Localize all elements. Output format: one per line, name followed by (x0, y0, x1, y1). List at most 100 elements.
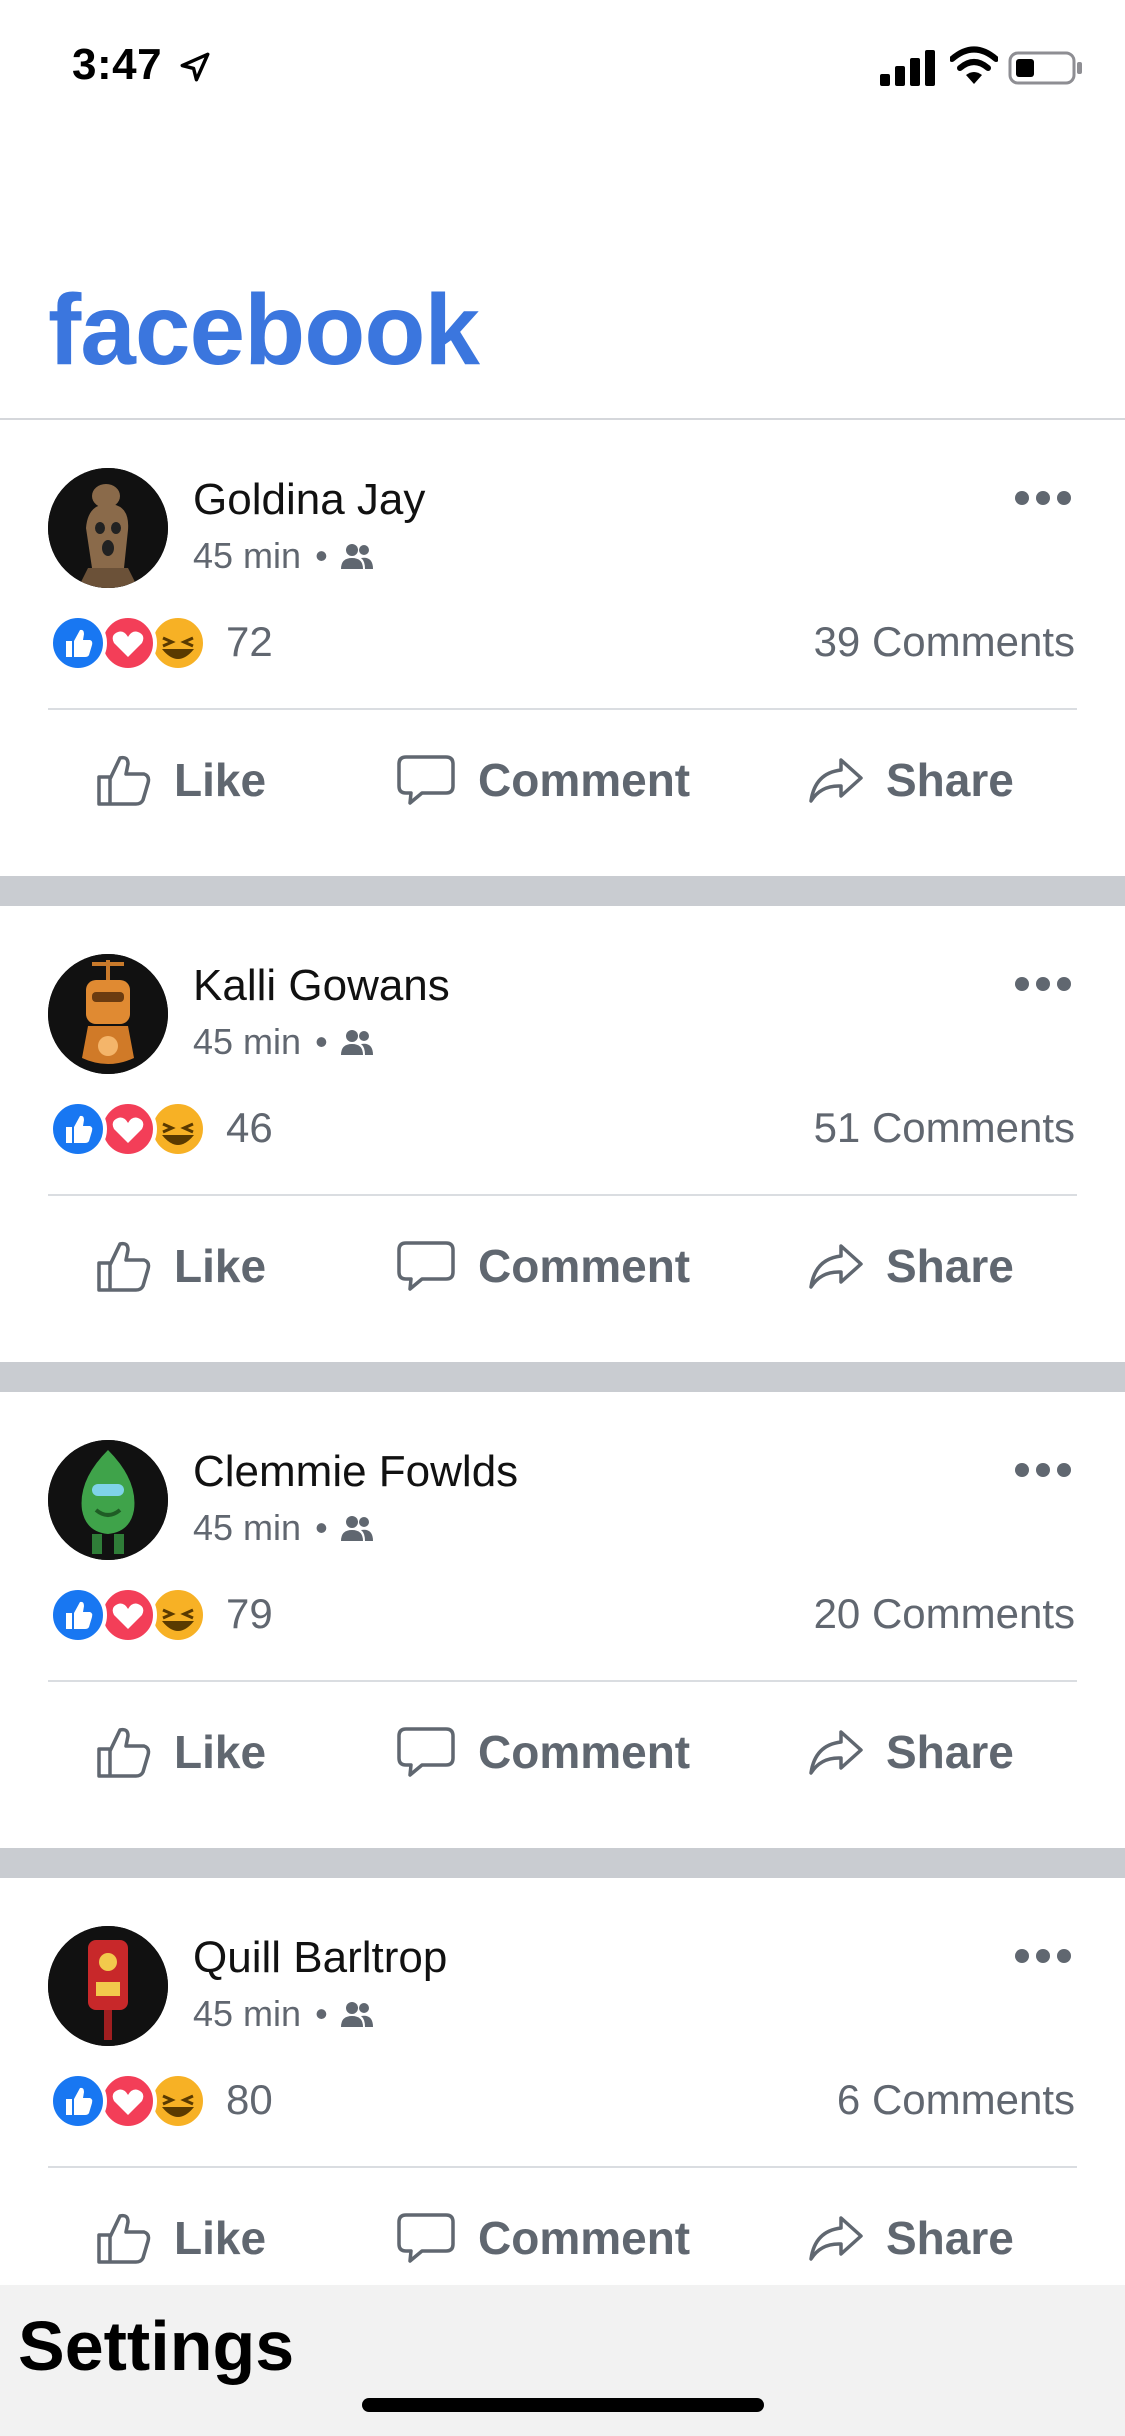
post-meta: 45 min • (193, 1993, 374, 2035)
reaction-icons[interactable] (48, 1099, 213, 1159)
comment-button[interactable]: Comment (396, 1722, 690, 1782)
comments-count[interactable]: 39 Comments (814, 618, 1075, 666)
location-arrow-icon (180, 52, 210, 82)
comment-label: Comment (478, 1726, 691, 1778)
share-arrow-icon (809, 1730, 863, 1775)
share-label: Share (886, 1240, 1014, 1292)
like-label: Like (174, 1726, 267, 1778)
post-card: Goldina Jay 45 min • 72 39 Comments Like… (0, 420, 1125, 876)
cellular-signal-icon (880, 50, 935, 86)
comment-bubble-icon (397, 755, 455, 805)
reaction-count[interactable]: 72 (226, 618, 273, 666)
post-time: 45 min (193, 1507, 302, 1548)
post-meta: 45 min • (193, 1021, 374, 1063)
avatar[interactable] (48, 468, 168, 588)
post-time: 45 min (193, 1993, 302, 2034)
comment-bubble-icon (397, 1241, 455, 1291)
share-button[interactable]: Share (808, 750, 1014, 810)
robot-avatar-orange-icon (48, 954, 168, 1074)
robot-avatar-brown-icon (48, 468, 168, 588)
reaction-count[interactable]: 79 (226, 1590, 273, 1638)
status-bar: 3:47 (0, 0, 1125, 140)
meta-separator: • (315, 535, 328, 576)
post-separator (0, 1362, 1125, 1392)
comment-label: Comment (478, 2212, 691, 2264)
home-indicator[interactable] (362, 2398, 764, 2412)
comment-bubble-icon (397, 1727, 455, 1777)
post-separator (0, 876, 1125, 906)
comment-bubble-icon (397, 2213, 455, 2263)
comment-label: Comment (478, 754, 691, 806)
post-card: Clemmie Fowlds 45 min • 79 20 Comments L… (0, 1392, 1125, 1848)
thumbs-up-icon (97, 1241, 151, 1292)
post-divider (48, 2166, 1077, 2168)
friends-audience-icon (340, 1030, 373, 1055)
thumbs-up-icon (97, 2213, 151, 2264)
post-card: Kalli Gowans 45 min • 46 51 Comments Lik… (0, 906, 1125, 1362)
comment-button[interactable]: Comment (396, 750, 690, 810)
reaction-count[interactable]: 80 (226, 2076, 273, 2124)
post-author[interactable]: Quill Barltrop (193, 1933, 447, 1983)
avatar[interactable] (48, 1440, 168, 1560)
post-separator (0, 1848, 1125, 1878)
reaction-icons[interactable] (48, 1585, 213, 1645)
friends-audience-icon (340, 1516, 373, 1541)
reaction-icons[interactable] (48, 2071, 213, 2131)
like-button[interactable]: Like (96, 1236, 266, 1296)
comments-count[interactable]: 20 Comments (814, 1590, 1075, 1638)
post-meta: 45 min • (193, 1507, 374, 1549)
comments-count[interactable]: 51 Comments (814, 1104, 1075, 1152)
status-time: 3:47 (72, 40, 163, 89)
friends-audience-icon (340, 544, 373, 569)
like-button[interactable]: Like (96, 2208, 266, 2268)
meta-separator: • (315, 1507, 328, 1548)
post-author[interactable]: Goldina Jay (193, 475, 425, 525)
more-options-icon[interactable] (1014, 1462, 1072, 1478)
share-button[interactable]: Share (808, 2208, 1014, 2268)
share-label: Share (886, 2212, 1014, 2264)
friends-audience-icon (340, 2002, 373, 2027)
wifi-icon (950, 46, 998, 84)
facebook-logo: facebook (48, 274, 480, 386)
avatar[interactable] (48, 1926, 168, 2046)
share-label: Share (886, 754, 1014, 806)
robot-avatar-red-icon (48, 1926, 168, 2046)
more-options-icon[interactable] (1014, 1948, 1072, 1964)
meta-separator: • (315, 1021, 328, 1062)
comments-count[interactable]: 6 Comments (837, 2076, 1075, 2124)
meta-separator: • (315, 1993, 328, 2034)
post-author[interactable]: Kalli Gowans (193, 961, 450, 1011)
post-card: Quill Barltrop 45 min • 80 6 Comments Li… (0, 1878, 1125, 2334)
share-arrow-icon (809, 1244, 863, 1289)
settings-title[interactable]: Settings (18, 2306, 294, 2386)
comment-button[interactable]: Comment (396, 1236, 690, 1296)
like-button[interactable]: Like (96, 750, 266, 810)
post-divider (48, 1680, 1077, 1682)
share-button[interactable]: Share (808, 1722, 1014, 1782)
comment-label: Comment (478, 1240, 691, 1292)
more-options-icon[interactable] (1014, 490, 1072, 506)
post-divider (48, 708, 1077, 710)
robot-avatar-green-icon (48, 1440, 168, 1560)
post-divider (48, 1194, 1077, 1196)
like-label: Like (174, 754, 267, 806)
battery-icon (1008, 51, 1082, 85)
post-meta: 45 min • (193, 535, 374, 577)
share-label: Share (886, 1726, 1014, 1778)
like-button[interactable]: Like (96, 1722, 266, 1782)
like-label: Like (174, 1240, 267, 1292)
comment-button[interactable]: Comment (396, 2208, 690, 2268)
post-author[interactable]: Clemmie Fowlds (193, 1447, 518, 1497)
avatar[interactable] (48, 954, 168, 1074)
thumbs-up-icon (97, 1727, 151, 1778)
share-arrow-icon (809, 758, 863, 803)
like-label: Like (174, 2212, 267, 2264)
reaction-count[interactable]: 46 (226, 1104, 273, 1152)
more-options-icon[interactable] (1014, 976, 1072, 992)
reaction-icons[interactable] (48, 613, 213, 673)
post-time: 45 min (193, 535, 302, 576)
share-button[interactable]: Share (808, 1236, 1014, 1296)
thumbs-up-icon (97, 755, 151, 806)
share-arrow-icon (809, 2216, 863, 2261)
post-time: 45 min (193, 1021, 302, 1062)
